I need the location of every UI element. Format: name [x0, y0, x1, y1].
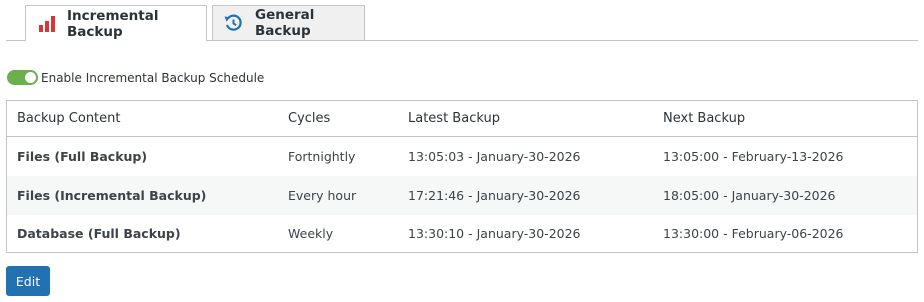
bar-chart-icon — [39, 15, 56, 32]
backup-content-cell: Files (Full Backup) — [17, 149, 148, 164]
table-header-row: Backup Content Cycles Latest Backup Next… — [7, 101, 917, 137]
backup-schedule-table: Backup Content Cycles Latest Backup Next… — [6, 100, 918, 253]
tab-bar: Incremental Backup General Backup — [6, 5, 918, 41]
toggle-knob — [25, 72, 36, 83]
latest-backup-cell: 17:21:46 - January-30-2026 — [408, 188, 581, 203]
table-row: Files (Incremental Backup) Every hour 17… — [7, 176, 917, 215]
table-row: Files (Full Backup) Fortnightly 13:05:03… — [7, 137, 917, 176]
table-row: Database (Full Backup) Weekly 13:30:10 -… — [7, 215, 917, 252]
next-backup-cell: 18:05:00 - January-30-2026 — [663, 188, 836, 203]
tab-general-backup[interactable]: General Backup — [212, 5, 365, 40]
header-cycles: Cycles — [288, 111, 331, 126]
tab-incremental-backup-label: Incremental Backup — [67, 7, 159, 40]
tab-incremental-backup[interactable]: Incremental Backup — [25, 5, 207, 41]
latest-backup-cell: 13:30:10 - January-30-2026 — [408, 226, 581, 241]
backup-content-cell: Database (Full Backup) — [17, 226, 181, 241]
edit-button[interactable]: Edit — [6, 266, 50, 296]
latest-backup-cell: 13:05:03 - January-30-2026 — [408, 149, 581, 164]
header-next-backup: Next Backup — [663, 111, 746, 126]
cycle-cell: Fortnightly — [288, 149, 356, 164]
history-icon — [223, 14, 243, 32]
next-backup-cell: 13:30:00 - February-06-2026 — [663, 226, 844, 241]
cycle-cell: Every hour — [288, 188, 357, 203]
schedule-toggle[interactable] — [7, 70, 38, 85]
tab-general-backup-label: General Backup — [255, 7, 315, 39]
schedule-toggle-row: Enable Incremental Backup Schedule — [7, 69, 264, 86]
header-backup-content: Backup Content — [17, 111, 121, 126]
cycle-cell: Weekly — [288, 226, 334, 241]
schedule-toggle-label[interactable]: Enable Incremental Backup Schedule — [41, 71, 264, 85]
header-latest-backup: Latest Backup — [408, 111, 500, 126]
backup-content-cell: Files (Incremental Backup) — [17, 188, 207, 203]
next-backup-cell: 13:05:00 - February-13-2026 — [663, 149, 844, 164]
backup-schedule-page: Incremental Backup General Backup Enable… — [0, 0, 924, 302]
